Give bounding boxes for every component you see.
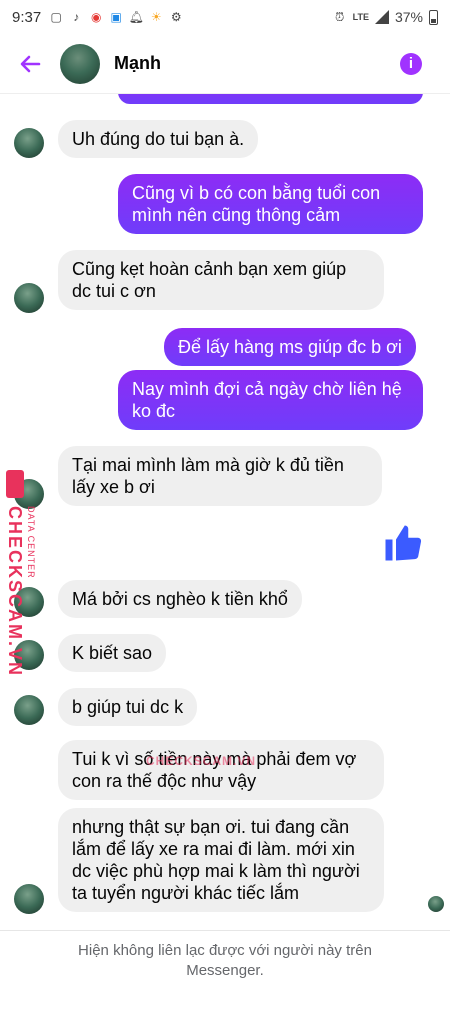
sender-avatar (14, 884, 44, 914)
notification-bell-icon: 🔔︎ (128, 10, 144, 24)
watermark-center: CHECKSCAM.VN (146, 754, 257, 768)
notice-text: Hiện không liên lạc được với người này t… (55, 941, 395, 981)
message-bubble[interactable]: nhưng thật sự bạn ơi. tui đang cần lắm đ… (58, 808, 384, 912)
message-line: con ra thế độc như vậy (72, 771, 257, 791)
message-text: K biết sao (72, 643, 153, 663)
notice-line: Messenger. (186, 962, 264, 979)
sender-avatar (14, 283, 44, 313)
read-receipt-avatar (428, 896, 444, 912)
contact-avatar[interactable] (60, 43, 100, 84)
message-bubble[interactable]: Để lấy hàng ms giúp đc b ơi (164, 328, 416, 366)
info-button[interactable]: i (400, 52, 422, 75)
status-time: 9:37 (12, 8, 42, 26)
message-bubble-partial[interactable] (118, 94, 423, 104)
message-line: Cũng vì b có con bằng tuổi con (132, 183, 381, 203)
message-line: mình nên cũng thông cảm (132, 205, 341, 225)
message-bubble[interactable]: b giúp tui dc k (58, 688, 198, 726)
watermark-logo (6, 470, 24, 498)
like-message[interactable] (382, 522, 424, 573)
composer-disabled-notice: Hiện không liên lạc được với người này t… (0, 930, 450, 1024)
status-bar: 9:37 ▢ ♪ ◉ ▣ 🔔︎ ☀ ⚙ ⏰︎ LTE 37% (0, 0, 450, 34)
status-left-icons: ▢ ♪ ◉ ▣ 🔔︎ ☀ ⚙ (49, 10, 183, 24)
signal-icon (374, 10, 389, 24)
message-list[interactable]: Uh đúng do tui bạn à. Cũng vì b có con b… (0, 94, 450, 930)
message-text: Má bởi cs nghèo k tiền khổ (72, 589, 288, 609)
message-line: lắm để lấy xe ra mai đi làm. mới xin (72, 839, 355, 859)
message-bubble[interactable]: K biết sao (58, 634, 167, 672)
message-line: Cũng kẹt hoàn cảnh bạn xem giúp (72, 259, 347, 279)
message-line: ta tuyển người khác tiếc lắm (72, 883, 299, 903)
message-text: b giúp tui dc k (72, 697, 184, 717)
message-line: lấy xe b ơi (72, 477, 155, 497)
alarm-icon: ⏰︎ (334, 9, 345, 24)
sun-icon: ☀ (150, 10, 162, 24)
status-right-icons: ⏰︎ LTE 37% (333, 9, 438, 25)
notice-line: Hiện không liên lạc được với người này t… (78, 942, 372, 959)
thumbs-up-icon (385, 525, 422, 561)
message-line: ko đc (132, 401, 176, 421)
game-icon: ◉ (90, 10, 102, 24)
back-button[interactable] (8, 42, 52, 86)
message-bubble[interactable]: Tui k vì số tiền này mà phải đem vợ con … (58, 740, 384, 800)
battery-percent: 37% (394, 9, 423, 25)
watermark-side: CHECKSCAM.VN DATA CENTER (4, 470, 36, 677)
battery-icon (429, 9, 438, 25)
message-line: Nay mình đợi cả ngày chờ liên hệ (132, 379, 402, 399)
message-bubble[interactable]: Cũng kẹt hoàn cảnh bạn xem giúp dc tui c… (58, 250, 384, 310)
info-icon: i (408, 55, 414, 72)
message-line: dc tui c ơn (72, 281, 156, 301)
sender-avatar (14, 695, 44, 725)
message-line: dc việc phù hợp mai k làm thì người (72, 861, 360, 881)
chat-header: Mạnh i (0, 34, 450, 94)
tiktok-icon: ♪ (73, 10, 80, 24)
message-line: Tại mai mình làm mà giờ k đủ tiền (72, 455, 344, 475)
message-bubble[interactable]: Má bởi cs nghèo k tiền khổ (58, 580, 302, 618)
message-bubble[interactable]: Nay mình đợi cả ngày chờ liên hệ ko đc (118, 370, 423, 430)
contact-name[interactable]: Mạnh (114, 53, 161, 74)
message-bubble[interactable]: Tại mai mình làm mà giờ k đủ tiền lấy xe… (58, 446, 382, 506)
zalo-icon: ▣ (110, 10, 122, 24)
message-line: nhưng thật sự bạn ơi. tui đang cần (72, 817, 350, 837)
message-bubble[interactable]: Cũng vì b có con bằng tuổi con mình nên … (118, 174, 423, 234)
watermark-subtext: DATA CENTER (26, 506, 36, 579)
settings-icon: ⚙ (170, 10, 182, 24)
arrow-left-icon (20, 55, 41, 72)
watermark-text: CHECKSCAM.VN (5, 506, 25, 678)
sender-avatar (14, 128, 44, 158)
message-icon: ▢ (50, 10, 62, 24)
message-text: Để lấy hàng ms giúp đc b ơi (178, 337, 402, 357)
message-bubble[interactable]: Uh đúng do tui bạn à. (58, 120, 259, 158)
message-text: Uh đúng do tui bạn à. (72, 129, 245, 149)
lte-icon: LTE (352, 11, 369, 22)
